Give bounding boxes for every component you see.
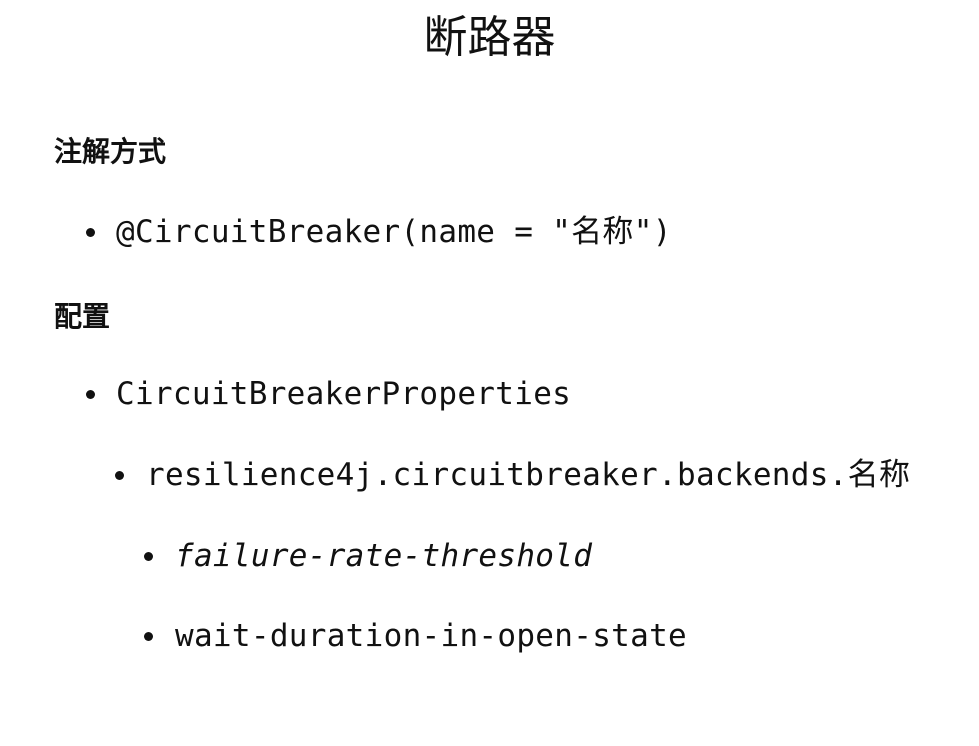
section-heading-config: 配置 — [54, 300, 111, 333]
bullet-icon — [144, 632, 153, 641]
bullet-icon — [144, 552, 153, 561]
bullet-icon — [115, 471, 124, 480]
list-item-config-prefix: resilience4j.circuitbreaker.backends.名称 — [146, 457, 911, 493]
slide-title: 断路器 — [423, 12, 556, 63]
slide: 断路器 注解方式 @CircuitBreaker(name = "名称") 配置… — [0, 0, 979, 746]
list-item-failure-rate-threshold: failure-rate-threshold — [175, 538, 593, 574]
list-item-annotation-usage: @CircuitBreaker(name = "名称") — [116, 214, 672, 250]
section-heading-annotation: 注解方式 — [54, 135, 167, 168]
list-item-wait-duration: wait-duration-in-open-state — [175, 618, 688, 654]
bullet-icon — [86, 390, 95, 399]
list-item-properties-class: CircuitBreakerProperties — [116, 376, 572, 412]
bullet-icon — [86, 228, 95, 237]
